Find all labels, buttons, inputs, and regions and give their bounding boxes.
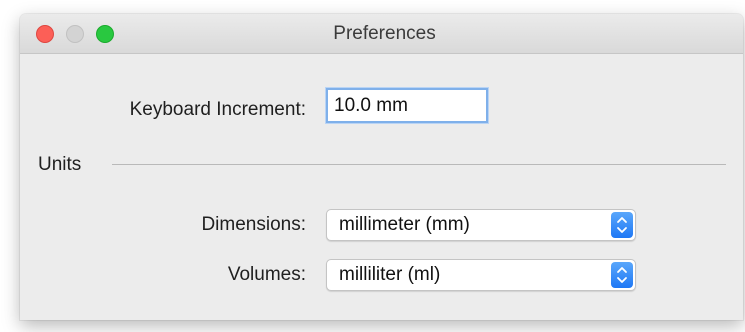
volumes-label: Volumes: [227,264,306,285]
window-title: Preferences [333,23,436,44]
keyboard-increment-field[interactable] [326,88,488,123]
keyboard-increment-label: Keyboard Increment: [129,99,306,120]
preferences-window: Preferences Keyboard Increment: Units Di… [20,14,743,320]
title-bar[interactable]: Preferences [20,14,743,54]
volumes-selected-value: milliliter (ml) [339,264,441,285]
dimensions-label: Dimensions: [201,214,306,235]
units-section-label: Units [38,154,82,175]
volumes-popup[interactable]: milliliter (ml) [326,259,636,291]
units-separator [112,164,726,165]
volumes-chevron-icon[interactable] [611,262,633,288]
dimensions-selected-value: millimeter (mm) [339,214,470,235]
dimensions-popup[interactable]: millimeter (mm) [326,209,636,241]
dimensions-chevron-icon[interactable] [611,212,633,238]
